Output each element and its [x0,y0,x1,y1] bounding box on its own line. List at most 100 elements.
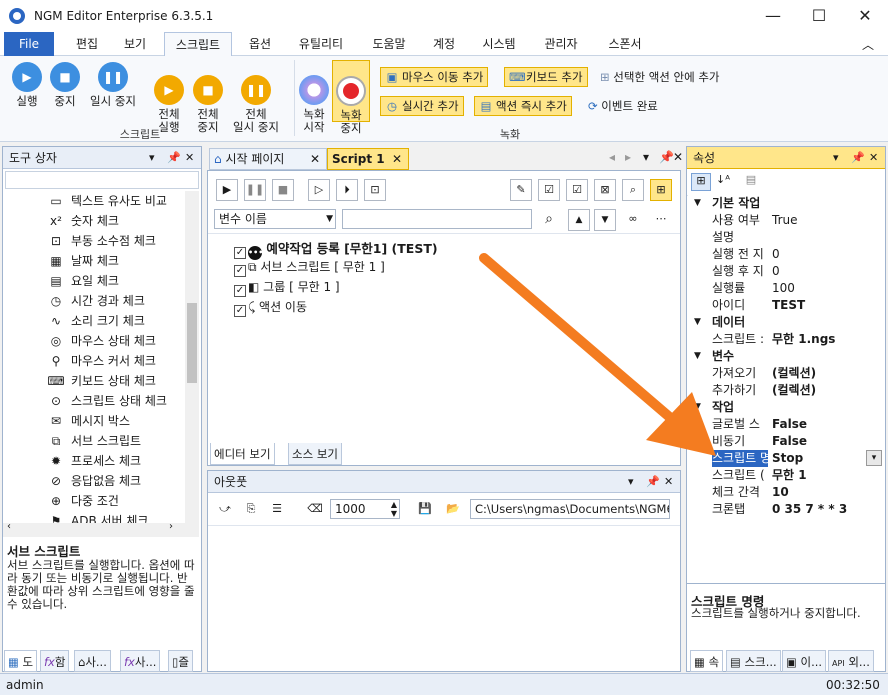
pause-all-button[interactable]: ❚❚ 전체 일시 중지 [228,62,284,134]
pin-icon[interactable]: 📌 [851,147,865,169]
ribbon-collapse-icon[interactable]: ︿ [862,36,874,53]
step-play-icon[interactable]: ▷ [308,179,330,201]
props-bottom-tab-api[interactable]: API 외... [828,650,874,672]
tab-script[interactable]: 스크립트 [164,32,232,56]
tree-view-icon[interactable]: ⊞ [650,179,672,201]
add-realtime-button[interactable]: ◷ 실시간 추가 [380,96,464,116]
toolbox-item[interactable]: ⊡ 부동 소수점 체크 [47,231,156,251]
pin-icon[interactable]: 📌 [167,147,181,169]
record-stop-button[interactable]: 녹화 중지 [332,60,370,135]
toolbox-item[interactable]: ✉ 메시지 박스 [47,411,130,431]
infinity-icon[interactable]: ∞ [622,209,644,231]
run-all-button[interactable]: ▶ 전체 실행 [150,62,188,134]
pin-icon[interactable]: 📌 [646,471,660,493]
toolbox-item[interactable]: ⚲ 마우스 커서 체크 [47,351,156,371]
arrow-down-icon[interactable]: ▼ [594,209,616,231]
clear-output-icon[interactable]: ⤻ [214,499,236,521]
pin-icon[interactable]: 📌 [659,150,674,164]
toolbox-item[interactable]: x² 숫자 체크 [47,211,119,231]
toolbox-item[interactable]: ⊙ 스크립트 상태 체크 [47,391,167,411]
toolbox-item[interactable]: ▦ 날짜 체크 [47,251,119,271]
edit-icon[interactable]: ✎ [510,179,532,201]
props-bottom-tab-props[interactable]: ▦ 속 [690,650,724,672]
list-icon[interactable]: ☰ [266,499,288,521]
property-row[interactable]: 크론탭 0 35 7 * * 3 [688,501,885,518]
variable-select[interactable]: 변수 이름 ▼ [214,209,336,229]
add-mouse-move-button[interactable]: ▣ 마우스 이동 추가 [380,67,489,87]
add-inside-selected-button[interactable]: ⊞ 선택한 액션 안에 추가 [600,69,719,85]
tab-sponsor[interactable]: 스폰서 [598,32,652,56]
toolbox-item[interactable]: ◷ 시간 경과 체크 [47,291,145,311]
variable-search-input[interactable] [342,209,532,229]
props-bottom-tab-script[interactable]: ▤ 스크... [726,650,781,672]
close-icon[interactable]: ✕ [869,147,878,169]
tab-utility[interactable]: 유틸리티 [290,32,352,56]
scroll-left-icon[interactable]: ◂ [609,150,615,164]
toolbox-item[interactable]: ⚑ ADB 서버 체크 [47,511,149,523]
toolbox-bottom-tab-fav[interactable]: ▯즐 [168,650,193,672]
file-menu[interactable]: File [4,32,54,56]
add-file-icon[interactable]: ⎘ [240,499,262,521]
props-bottom-tab-image[interactable]: ▣ 이... [782,650,827,672]
output-count-input[interactable]: 1000 ▲ ▼ [330,499,400,519]
collapse-icon[interactable]: ▼ [694,195,701,212]
toolbox-item[interactable]: ▤ 요일 체크 [47,271,119,291]
toolbox-item[interactable]: ⊘ 응답없음 체크 [47,471,141,491]
scroll-thumb[interactable] [187,303,197,383]
property-row[interactable]: 사용 여부 True [688,212,885,229]
open-folder-icon[interactable]: 📂 [442,499,464,521]
pause-icon[interactable]: ❚❚ [244,179,266,201]
record-start-button[interactable]: 녹화 시작 [298,62,330,134]
toolbox-hscrollbar[interactable]: ‹ › [3,521,199,537]
toolbox-bottom-tab-user[interactable]: ⌂사... [74,650,111,672]
event-done-button[interactable]: ⟳ 이벤트 완료 [588,98,658,114]
step-into-icon[interactable]: ⏵ [336,179,358,201]
arrow-up-icon[interactable]: ▲ [568,209,590,231]
delete-icon[interactable]: ⊠ [594,179,616,201]
close-icon[interactable]: ✕ [673,150,683,164]
close-icon[interactable]: ✕ [185,147,194,169]
tab-script-1[interactable]: Script 1 ✕ [327,148,409,170]
tab-system[interactable]: 시스템 [472,32,526,56]
toolbox-item[interactable]: ∿ 소리 크기 체크 [47,311,145,331]
tree-item-move-action[interactable]: ✓ ⤹ 액션 이동 [234,298,307,317]
dropdown-icon[interactable]: ▾ [833,147,839,169]
toolbox-search-input[interactable] [5,171,199,189]
property-row[interactable]: 체크 간격 10 [688,484,885,501]
chevron-down-icon[interactable]: ▾ [866,450,882,466]
toolbox-bottom-tab-func[interactable]: fx함 [40,650,70,672]
close-icon[interactable]: ✕ [310,149,320,169]
check-all-icon[interactable]: ☑ [538,179,560,201]
close-button[interactable]: ✕ [842,0,888,32]
categorized-icon[interactable]: ⊞ [691,173,711,191]
search-icon[interactable]: ⌕ [538,209,560,231]
tab-account[interactable]: 계정 [424,32,464,56]
play-icon[interactable]: ▶ [216,179,238,201]
maximize-button[interactable]: ☐ [796,0,842,32]
tree-item-schedule[interactable]: ✓ ••• 예약작업 등록 [무한1] (TEST) [234,238,438,260]
pause-button[interactable]: ❚❚ 일시 중지 [84,62,142,108]
tab-admin[interactable]: 관리자 [534,32,588,56]
tab-view[interactable]: 보기 [112,32,158,56]
close-icon[interactable]: ✕ [664,471,673,493]
property-category[interactable]: ▼ 기본 작업 [688,195,885,212]
toolbox-item[interactable]: ⧉ 서브 스크립트 [47,431,141,451]
tab-editor-view[interactable]: 에디터 보기 [210,443,275,465]
eraser-icon[interactable]: ⌫ [304,499,326,521]
toolbox-bottom-tab-toolbox[interactable]: ▦ 도 [4,650,38,672]
dropdown-icon[interactable]: ▾ [643,150,649,164]
tab-start-page[interactable]: ⌂ 시작 페이지 ✕ [209,148,327,170]
tab-options[interactable]: 옵션 [238,32,282,56]
dropdown-icon[interactable]: ▾ [628,471,634,493]
tab-source-view[interactable]: 소스 보기 [288,443,342,465]
sort-az-icon[interactable]: ↓ᴬ [713,173,733,191]
stop-all-button[interactable]: ■ 전체 중지 [190,62,226,134]
search-icon[interactable]: ⌕ [622,179,644,201]
dropdown-icon[interactable]: ▾ [149,147,155,169]
more-icon[interactable]: ⋯ [650,209,672,231]
step-over-icon[interactable]: ⊡ [364,179,386,201]
save-icon[interactable]: 💾 [414,499,436,521]
run-button[interactable]: ▶ 실행 [8,62,46,108]
tab-edit[interactable]: 편집 [64,32,110,56]
toolbox-item[interactable]: ◎ 마우스 상태 체크 [47,331,156,351]
